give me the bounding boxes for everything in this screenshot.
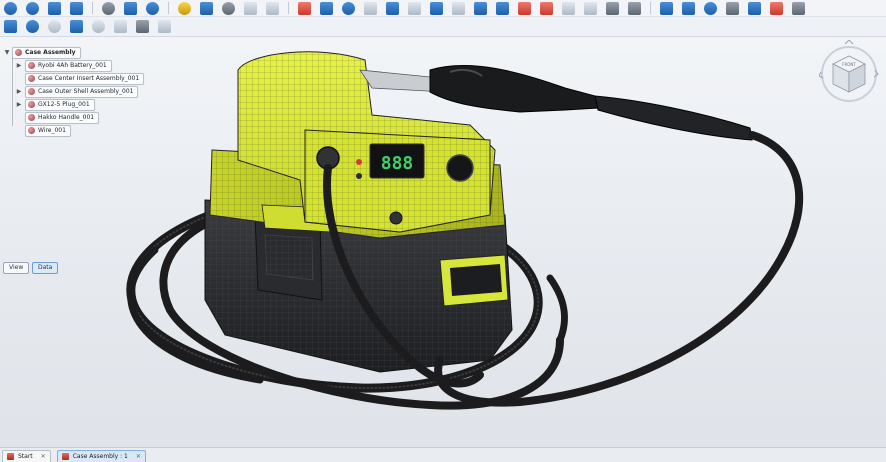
toggle-switch [389,211,403,225]
part-icon [28,62,35,69]
tree-item[interactable]: Case Center Insert Assembly_001 [4,72,145,85]
assembly-icon [15,49,22,56]
tree-item-chip[interactable]: Case Outer Shell Assembly_001 [25,85,139,98]
tree-item-chip[interactable]: Hakko Handle_001 [25,111,100,124]
tree-item[interactable]: Wire_001 [4,124,144,137]
close-icon[interactable]: ✕ [41,453,46,460]
document-tab-bar: Start ✕ Case Assembly : 1 ✕ [0,447,886,462]
tree-item[interactable]: ▶ Ryobi 4Ah Battery_001 [4,59,144,72]
view-cube-face-label: FRONT [842,62,856,67]
tree-item-chip[interactable]: Case Center Insert Assembly_001 [25,72,145,85]
tree-item[interactable]: ▶ Case Outer Shell Assembly_001 [4,85,144,98]
home-icon [7,453,14,460]
tab-start[interactable]: Start ✕ [2,450,51,462]
view-cube[interactable]: FRONT [819,40,879,104]
tree-item-label: GX12-5 Plug_001 [38,101,90,108]
tree-item-chip[interactable]: Ryobi 4Ah Battery_001 [25,59,112,72]
part-icon [28,88,35,95]
tree-item-label: Hakko Handle_001 [38,114,95,121]
temperature-knob [446,154,474,182]
indicator-led-dark [356,173,362,179]
expand-icon[interactable]: ▶ [16,101,22,108]
part-icon [28,127,35,134]
assembly-icon [61,453,69,460]
tree-root-chip[interactable]: Case Assembly [12,46,81,59]
view-button[interactable]: View [3,262,30,274]
tree-root-label: Case Assembly [25,49,76,56]
collapse-icon[interactable]: ▼ [4,49,10,56]
rotate-up-icon[interactable] [844,40,854,45]
tree-item-label: Ryobi 4Ah Battery_001 [38,62,107,69]
tree-item-chip[interactable]: GX12-5 Plug_001 [25,98,95,111]
indicator-led-red [356,159,362,165]
tab-case-assembly[interactable]: Case Assembly : 1 ✕ [56,450,146,462]
part-icon [28,101,35,108]
part-icon [28,114,35,121]
digital-display: 888 [369,143,425,179]
tab-label: Case Assembly : 1 [72,453,128,460]
assembly-tree: ▼ Case Assembly ▶ Ryobi 4Ah Battery_001 … [4,46,145,137]
tab-label: Start [18,453,33,460]
tree-item[interactable]: ▶ GX12-5 Plug_001 [4,98,144,111]
tree-item[interactable]: Hakko Handle_001 [4,111,144,124]
close-icon[interactable]: ✕ [136,453,141,460]
expand-icon[interactable]: ▶ [16,88,22,95]
tree-item-label: Case Outer Shell Assembly_001 [38,88,134,95]
tree-item-label: Wire_001 [38,127,66,134]
tree-item-label: Case Center Insert Assembly_001 [38,75,140,82]
data-button[interactable]: Data [32,262,59,274]
expand-icon[interactable]: ▶ [16,62,22,69]
part-icon [28,75,35,82]
display-digits: 888 [381,153,414,174]
tree-item-chip[interactable]: Wire_001 [25,124,71,137]
tree-root[interactable]: ▼ Case Assembly [4,46,144,59]
